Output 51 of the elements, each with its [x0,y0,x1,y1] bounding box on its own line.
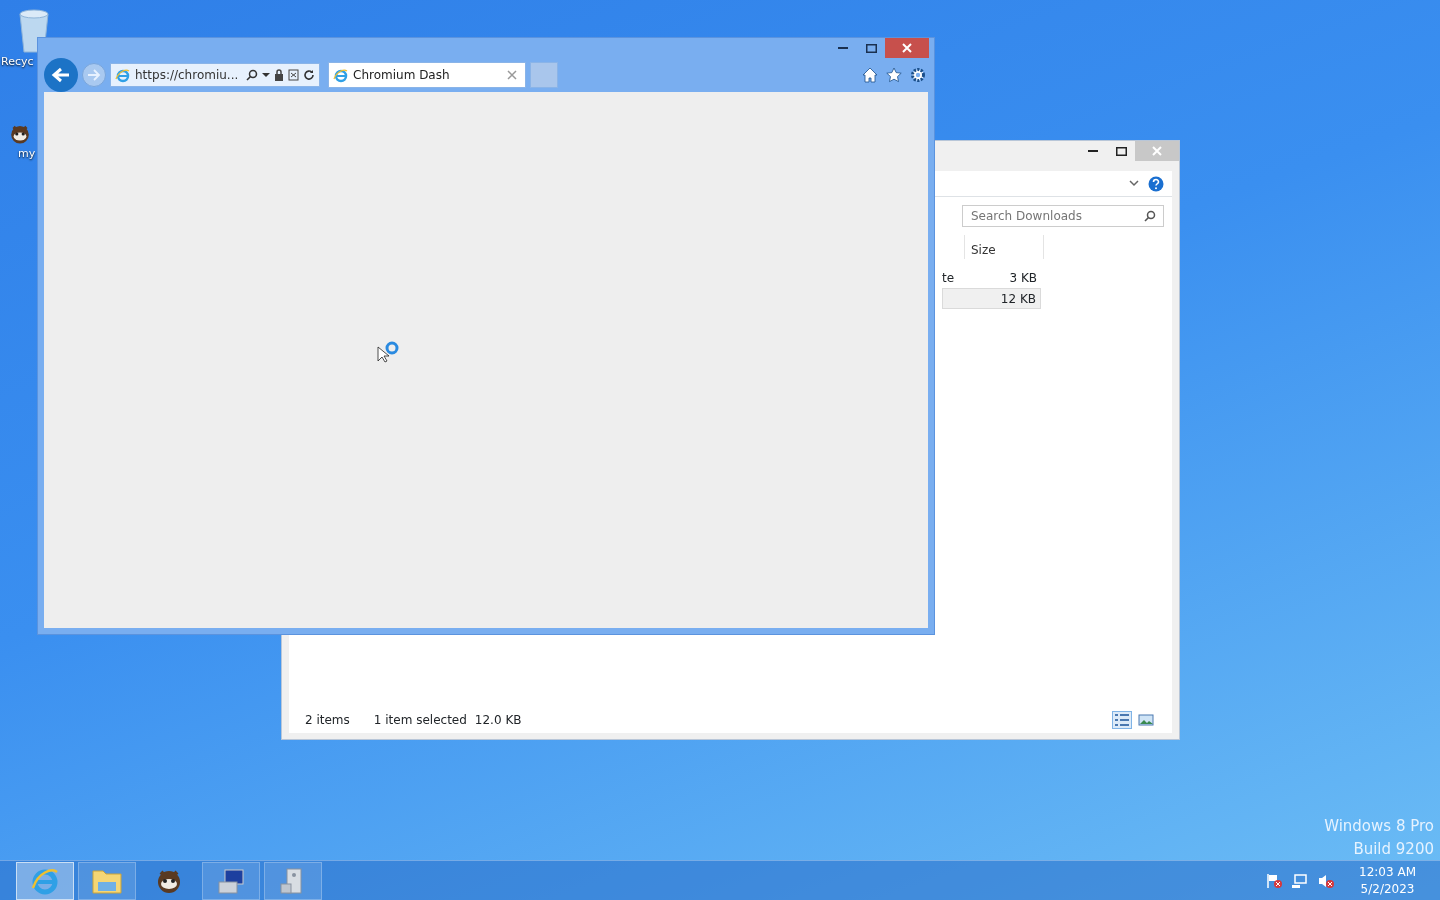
address-bar[interactable]: https://chromiu... [110,63,320,87]
star-icon[interactable] [886,67,902,83]
search-field[interactable]: Search Downloads [962,205,1164,227]
speaker-muted-icon[interactable] [1317,872,1336,889]
home-icon[interactable] [862,67,878,83]
clock-time: 12:03 AM [1359,863,1416,881]
icon-label: Recyc [0,54,34,70]
taskbar-button[interactable] [202,861,260,900]
maximize-icon [1115,146,1127,156]
network-icon[interactable] [1291,872,1310,889]
thumbnail-view-icon [1138,712,1154,728]
view-button[interactable] [1112,711,1132,729]
close-icon [1151,145,1163,157]
flag-icon[interactable] [1265,872,1284,889]
chevron-down-icon[interactable] [1128,178,1140,189]
lock-icon[interactable] [274,69,284,81]
minimize-icon [1088,150,1098,152]
view-button[interactable] [1136,711,1156,729]
ie-icon [333,67,349,83]
minimize-icon [838,47,848,49]
table-cell-text: te [942,269,955,287]
status-text: 1 item selected [373,712,467,729]
table-cell-text: 3 KB [1009,269,1037,287]
close-button[interactable] [885,38,929,58]
edition-text: Windows 8 Pro [1324,816,1434,837]
computer-icon [216,866,246,895]
column-header[interactable]: Size [964,235,1044,259]
browser-tab[interactable]: Chromium Dash [328,62,526,88]
edition-text: Build 9200 [1352,839,1434,860]
caret-icon[interactable] [262,72,270,78]
icon-label: my [17,146,36,162]
arrow-right-icon [87,69,101,81]
ie-icon [115,67,131,83]
search-icon [1144,210,1156,222]
details-view-icon [1114,712,1130,728]
arrow-left-icon [51,67,71,83]
refresh-icon[interactable] [303,69,315,81]
status-text: 12.0 KB [474,712,522,729]
help-icon[interactable] [1148,175,1164,192]
settings-icon[interactable] [910,67,926,83]
file-row[interactable]: te 3 KB [942,267,1041,288]
maximize-icon [865,43,877,53]
close-icon [901,42,913,54]
back-button[interactable] [44,58,78,92]
address-text: https://chromiu... [135,67,239,84]
table-cell-text: 12 KB [1000,290,1036,308]
clock-date: 5/2/2023 [1360,880,1415,898]
close-icon[interactable] [507,70,517,80]
file-row[interactable]: 12 KB [942,288,1041,309]
search-icon[interactable] [246,69,258,81]
status-text: 2 items [305,712,350,729]
